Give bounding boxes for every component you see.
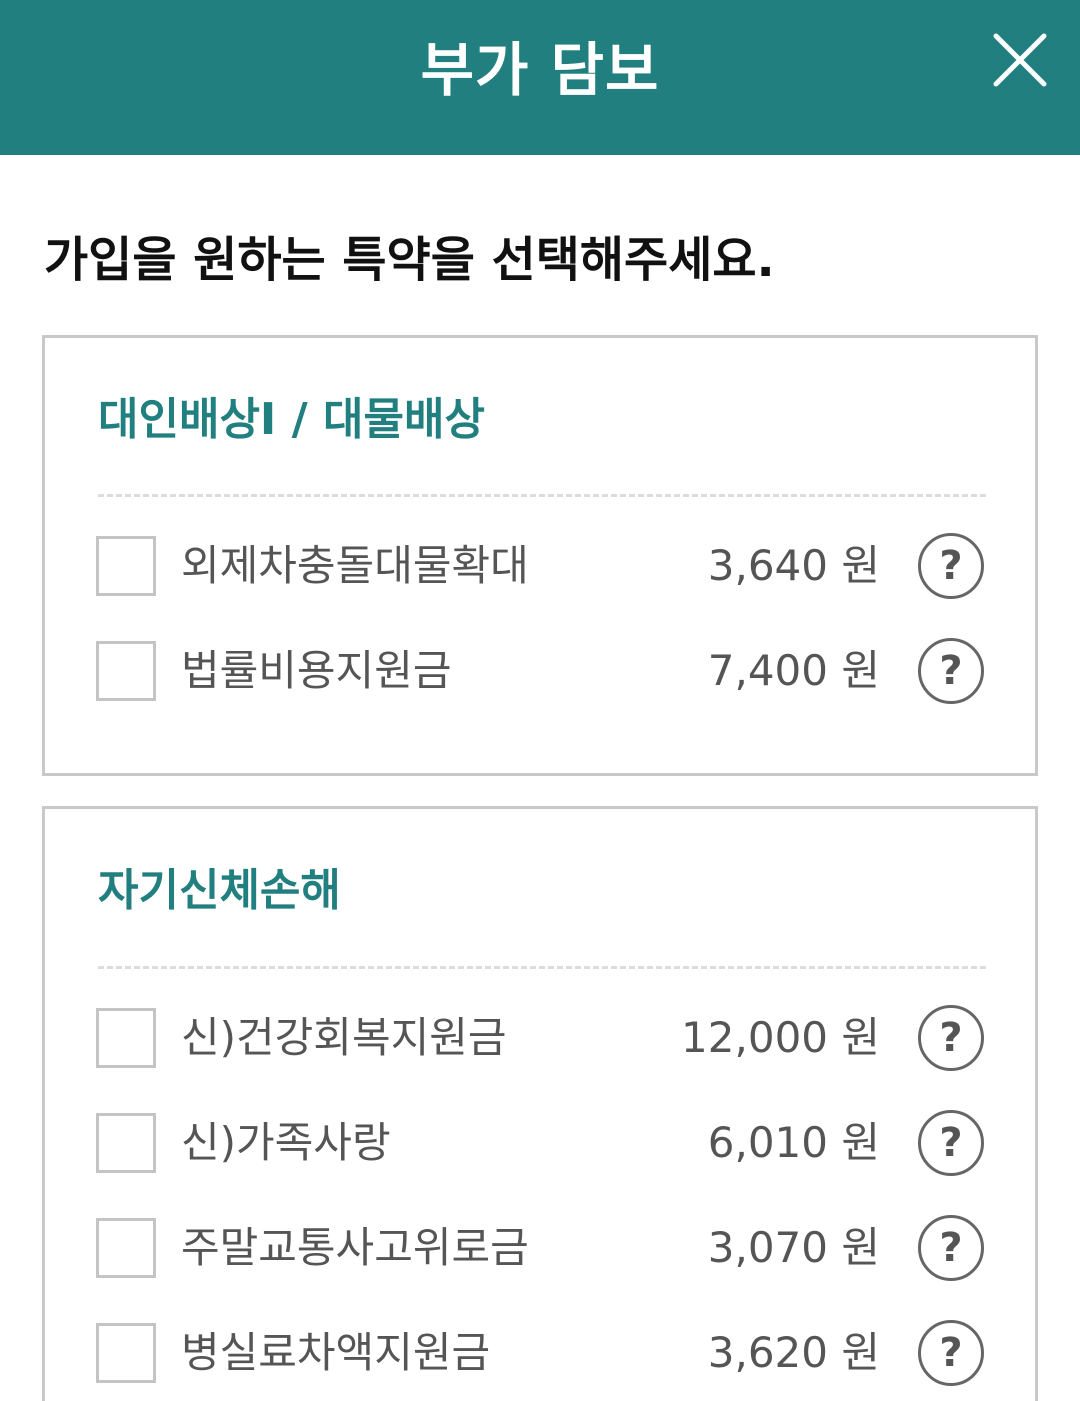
coverage-checkbox[interactable] [96, 1323, 156, 1383]
coverage-item: 법률비용지원금 7,400 원 ? [45, 638, 1035, 704]
instruction-text: 가입을 원하는 특약을 선택해주세요. [44, 232, 775, 288]
header-bar: 부가 담보 [0, 0, 1080, 155]
coverage-item: 외제차충돌대물확대 3,640 원 ? [45, 533, 1035, 599]
page-title: 부가 담보 [420, 36, 660, 104]
section-divider [98, 494, 986, 497]
coverage-price: 3,640 원 [707, 541, 880, 590]
coverage-price: 3,620 원 [707, 1328, 880, 1377]
coverage-price: 7,400 원 [707, 646, 880, 695]
coverage-label: 병실료차액지원금 [181, 1328, 491, 1377]
section-title: 자기신체손해 [98, 865, 341, 916]
question-icon[interactable]: ? [918, 1215, 984, 1281]
question-icon[interactable]: ? [918, 533, 984, 599]
coverage-section-personal-injury: 자기신체손해 신)건강회복지원금 12,000 원 ? 신)가족사랑 6,010… [42, 806, 1038, 1401]
coverage-checkbox[interactable] [96, 641, 156, 701]
coverage-checkbox[interactable] [96, 1008, 156, 1068]
section-title: 대인배상Ⅰ / 대물배상 [98, 394, 485, 445]
coverage-label: 법률비용지원금 [181, 646, 452, 695]
close-button[interactable] [990, 30, 1050, 90]
question-icon[interactable]: ? [918, 638, 984, 704]
question-icon[interactable]: ? [918, 1005, 984, 1071]
coverage-price: 3,070 원 [707, 1223, 880, 1272]
coverage-label: 외제차충돌대물확대 [181, 541, 529, 590]
close-icon [993, 33, 1047, 87]
coverage-price: 6,010 원 [707, 1118, 880, 1167]
coverage-item: 주말교통사고위로금 3,070 원 ? [45, 1215, 1035, 1281]
coverage-label: 주말교통사고위로금 [181, 1223, 529, 1272]
coverage-checkbox[interactable] [96, 536, 156, 596]
section-divider [98, 966, 986, 969]
coverage-checkbox[interactable] [96, 1113, 156, 1173]
question-icon[interactable]: ? [918, 1110, 984, 1176]
coverage-checkbox[interactable] [96, 1218, 156, 1278]
coverage-item: 병실료차액지원금 3,620 원 ? [45, 1320, 1035, 1386]
question-icon[interactable]: ? [918, 1320, 984, 1386]
coverage-price: 12,000 원 [681, 1013, 880, 1062]
coverage-label: 신)건강회복지원금 [181, 1013, 507, 1062]
coverage-item: 신)건강회복지원금 12,000 원 ? [45, 1005, 1035, 1071]
coverage-label: 신)가족사랑 [181, 1118, 391, 1167]
coverage-item: 신)가족사랑 6,010 원 ? [45, 1110, 1035, 1176]
coverage-section-liability: 대인배상Ⅰ / 대물배상 외제차충돌대물확대 3,640 원 ? 법률비용지원금… [42, 335, 1038, 776]
